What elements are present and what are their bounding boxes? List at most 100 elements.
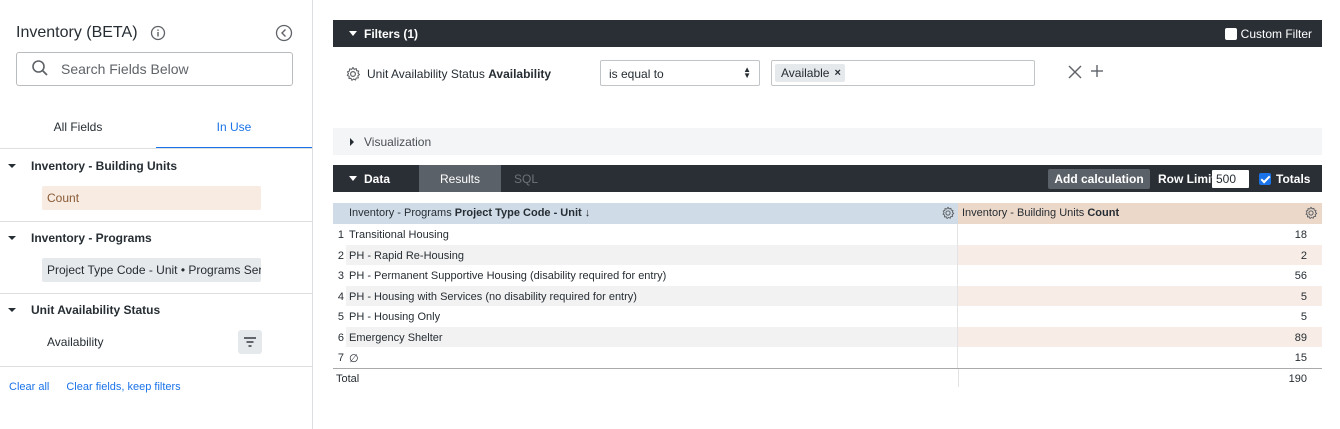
measure-cell[interactable]: 5 — [958, 285, 1322, 306]
filter-icon[interactable] — [238, 330, 262, 354]
search-icon — [31, 59, 49, 80]
field-count[interactable]: Count — [42, 186, 261, 210]
caret-down-icon — [349, 31, 357, 36]
visualization-header[interactable]: Visualization — [333, 128, 1322, 155]
totals-row: Total 190 — [333, 367, 1322, 388]
operator-value: is equal to — [609, 67, 664, 81]
row-limit-input[interactable]: 500 — [1212, 170, 1249, 188]
totals-label: Totals — [1276, 172, 1311, 186]
tab-results[interactable]: Results — [419, 165, 501, 192]
group-divider — [0, 221, 312, 222]
row-number: 3 — [337, 270, 344, 282]
clear-all-link[interactable]: Clear all — [9, 381, 49, 393]
clear-fields-keep-filters-link[interactable]: Clear fields, keep filters — [66, 381, 180, 393]
filter-operator-select[interactable]: is equal to ▲ ▼ — [600, 60, 760, 86]
custom-filter-checkbox[interactable] — [1224, 28, 1237, 40]
caret-down-icon — [8, 164, 16, 168]
row-number: 5 — [337, 311, 344, 323]
group-header[interactable]: Inventory - Building Units — [0, 156, 177, 176]
field-label: Project Type Code - Unit • Programs Ser.… — [47, 263, 261, 277]
remove-value-icon[interactable]: × — [834, 67, 840, 79]
tab-in-use[interactable]: In Use — [156, 112, 312, 149]
measure-gear-icon[interactable] — [1304, 206, 1318, 220]
total-value[interactable]: 190 — [1289, 373, 1307, 385]
value-chip-label: Available — [781, 66, 830, 80]
filters-header[interactable]: Filters (1) Custom Filter — [333, 20, 1322, 47]
table-row: 7 ∅ 15 — [333, 347, 1322, 368]
dimension-cell[interactable]: Transitional Housing — [346, 224, 958, 245]
field-search[interactable] — [16, 52, 293, 86]
caret-down-icon — [8, 236, 16, 240]
visualization-label: Visualization — [364, 135, 432, 149]
rownum-header — [333, 203, 346, 224]
explore-title-text: Inventory (BETA) — [16, 24, 138, 41]
measure-cell[interactable]: 56 — [958, 265, 1322, 286]
field-picker-sidebar: Inventory (BETA) All Fields In Use Inven… — [0, 0, 313, 429]
measure-cell[interactable]: 18 — [958, 224, 1322, 245]
collapse-sidebar-icon[interactable] — [275, 24, 293, 42]
value-chip: Available × — [775, 64, 845, 82]
select-arrows-icon: ▲ ▼ — [743, 65, 751, 80]
data-header: Data Results SQL Add calculation Row Lim… — [333, 165, 1322, 192]
tab-all-fields[interactable]: All Fields — [0, 112, 156, 149]
row-number: 7 — [337, 352, 344, 364]
totals-toggle[interactable]: Totals — [1259, 172, 1310, 186]
explore-title: Inventory (BETA) — [16, 24, 166, 42]
tab-sql[interactable]: SQL — [501, 165, 551, 192]
caret-right-icon — [350, 138, 354, 146]
dimension-cell[interactable]: PH - Permanent Supportive Housing (disab… — [346, 265, 958, 286]
dimension-cell[interactable]: PH - Rapid Re-Housing — [346, 244, 958, 265]
table-row: 5 PH - Housing Only 5 — [333, 306, 1322, 327]
row-number: 6 — [337, 331, 344, 344]
add-calculation-button[interactable]: Add calculation — [1048, 169, 1150, 189]
field-availability[interactable]: Availability — [47, 335, 103, 349]
dim-header-prefix: Inventory - Programs — [349, 207, 452, 219]
field-project-type-code[interactable]: Project Type Code - Unit • Programs Ser.… — [42, 258, 261, 282]
group-title: Unit Availability Status — [31, 303, 161, 317]
table-row: 2 PH - Rapid Re-Housing 2 — [333, 244, 1322, 265]
measure-column-header[interactable]: Inventory - Building Units Count — [958, 203, 1322, 224]
dimension-cell[interactable]: ∅ — [346, 347, 958, 368]
group-title: Inventory - Building Units — [31, 159, 177, 173]
table-row: 4 PH - Housing with Services (no disabil… — [333, 285, 1322, 306]
dimension-cell[interactable]: PH - Housing with Services (no disabilit… — [346, 285, 958, 306]
gear-icon[interactable] — [345, 66, 361, 82]
caret-down-icon[interactable] — [349, 176, 357, 181]
filters-label: Filters (1) — [364, 27, 419, 41]
totals-checkbox[interactable] — [1259, 173, 1271, 185]
group-header[interactable]: Unit Availability Status — [0, 300, 160, 320]
filter-field-prefix: Unit Availability Status — [367, 67, 485, 81]
field-tabs: All Fields In Use — [0, 112, 312, 149]
data-label[interactable]: Data — [364, 172, 390, 186]
dimension-gear-icon[interactable] — [941, 206, 955, 220]
group-header[interactable]: Inventory - Programs — [0, 228, 152, 248]
filter-field-bold: Availability — [488, 67, 552, 81]
group-divider — [0, 293, 312, 294]
filter-value-input[interactable]: Available × — [771, 60, 1035, 86]
meas-header-name: Count — [1087, 207, 1120, 219]
dimension-cell[interactable]: PH - Housing Only — [346, 306, 958, 327]
search-input[interactable] — [61, 61, 281, 77]
column-divider — [958, 368, 959, 387]
tabs-divider — [0, 148, 312, 149]
row-limit-label: Row Limit — [1158, 172, 1216, 186]
custom-filter-toggle[interactable]: Custom Filter — [1224, 27, 1312, 41]
measure-cell[interactable]: 2 — [958, 244, 1322, 265]
table-row: 6 Emergency Shelter 89 — [333, 326, 1322, 347]
meas-header-prefix: Inventory - Building Units — [962, 207, 1085, 219]
dimension-cell[interactable]: Emergency Shelter — [346, 326, 958, 347]
table-header: Inventory - Programs Project Type Code -… — [333, 203, 1322, 224]
table-row: 1 Transitional Housing 18 — [333, 224, 1322, 245]
add-filter-icon[interactable] — [1090, 64, 1104, 80]
info-icon[interactable] — [150, 25, 166, 41]
caret-down-icon — [8, 308, 16, 312]
measure-cell[interactable]: 15 — [958, 347, 1322, 368]
row-number: 4 — [337, 290, 344, 303]
dim-header-name: Project Type Code - Unit ↓ — [454, 207, 591, 219]
group-title: Inventory - Programs — [31, 231, 152, 245]
table-row: 3 PH - Permanent Supportive Housing (dis… — [333, 265, 1322, 286]
measure-cell[interactable]: 5 — [958, 306, 1322, 327]
measure-cell[interactable]: 89 — [958, 326, 1322, 347]
remove-filter-icon[interactable] — [1068, 65, 1082, 81]
filter-row: Unit Availability Status Availability is… — [345, 60, 1125, 86]
